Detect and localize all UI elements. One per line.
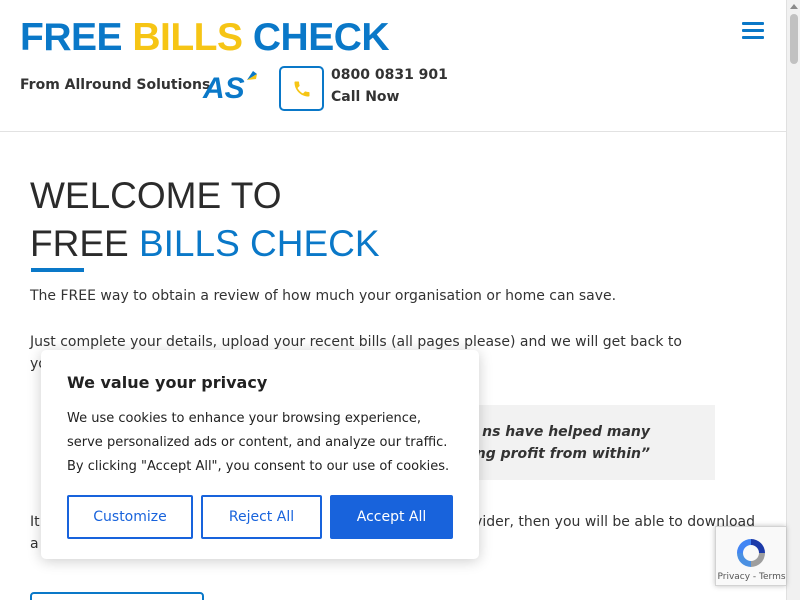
cta-button[interactable] xyxy=(30,592,204,600)
phone-button[interactable] xyxy=(279,66,324,111)
scroll-up-arrow-icon[interactable] xyxy=(790,4,798,9)
headline-line1: WELCOME TO xyxy=(30,175,282,216)
headline-line2: FREE BILLS CHECK xyxy=(30,220,380,268)
recaptcha-links[interactable]: Privacy - Terms xyxy=(716,572,787,582)
para3-end: ovider, then you will be able to downloa… xyxy=(465,514,755,530)
customize-button[interactable]: Customize xyxy=(67,495,193,539)
tagline: From Allround Solutions xyxy=(20,77,211,93)
phone-number[interactable]: 0800 0831 901 xyxy=(331,67,448,83)
site-logo[interactable]: FREE BILLS CHECK xyxy=(20,16,390,59)
logo-word-bills: BILLS xyxy=(132,16,243,59)
phone-icon xyxy=(294,81,309,96)
cookie-title: We value your privacy xyxy=(67,373,268,392)
intro-paragraph: The FREE way to obtain a review of how m… xyxy=(30,288,617,304)
logo-word-check: CHECK xyxy=(252,16,390,59)
as-logo-dot-icon xyxy=(247,71,257,80)
recaptcha-badge[interactable]: Privacy - Terms xyxy=(715,526,786,586)
scrollbar-thumb[interactable] xyxy=(790,14,798,64)
recaptcha-icon xyxy=(737,539,765,567)
site-header: FREE BILLS CHECK From Allround Solutions… xyxy=(0,0,786,132)
call-now-label[interactable]: Call Now xyxy=(331,89,399,105)
headline-bills-check: BILLS CHECK xyxy=(138,223,380,264)
cookie-consent-banner: We value your privacy We use cookies to … xyxy=(41,350,479,559)
reject-all-button[interactable]: Reject All xyxy=(201,495,322,539)
logo-word-free: FREE xyxy=(20,16,123,59)
page-scrollbar[interactable] xyxy=(786,0,800,600)
title-underline xyxy=(31,268,84,272)
page-title: WELCOME TO FREE BILLS CHECK xyxy=(30,172,380,268)
accept-all-button[interactable]: Accept All xyxy=(330,495,453,539)
as-logo-text: AS xyxy=(203,72,245,105)
cookie-description: We use cookies to enhance your browsing … xyxy=(67,411,450,474)
allround-solutions-logo: AS xyxy=(203,70,261,110)
hamburger-menu-icon[interactable] xyxy=(742,22,764,40)
para3-start: It xyxy=(30,514,40,530)
headline-free: FREE xyxy=(30,223,139,264)
